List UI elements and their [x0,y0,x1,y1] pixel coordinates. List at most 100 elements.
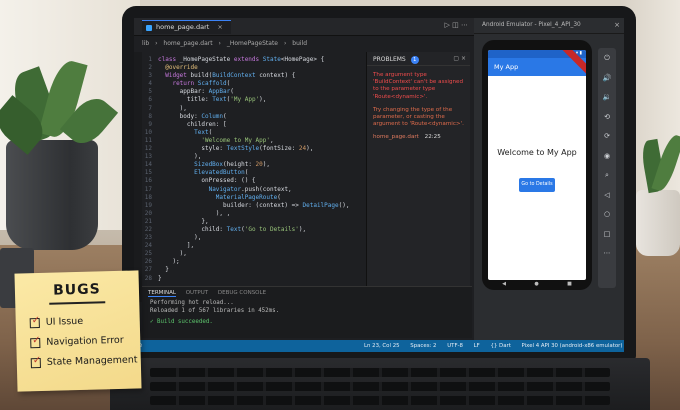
checkbox-checked-icon: ✓ [30,354,41,368]
status-encoding[interactable]: UTF-8 [447,343,463,349]
status-line-ending[interactable]: LF [474,343,480,349]
line-number: 24 [144,242,152,250]
code-line[interactable]: 13 ), [142,153,372,161]
rotate-right-icon[interactable]: ⟳ [604,132,610,141]
split-editor-icon[interactable]: ◫ [452,21,459,29]
code-line[interactable]: 3 Widget build(BuildContext context) { [142,72,372,80]
code-line[interactable]: 20 ), , [142,210,372,218]
maximize-icon[interactable]: ▢ [453,55,459,62]
code-line[interactable]: 17 Navigator.push(context, [142,186,372,194]
home-icon[interactable]: ● [534,281,538,287]
more-actions-icon[interactable]: ⋯ [461,21,468,29]
code-line[interactable]: 16 onPressed: () { [142,177,372,185]
bug-item: ✓ State Management [30,354,138,368]
overview-icon[interactable]: □ [604,230,611,239]
back-icon[interactable]: ◀ [502,281,506,287]
code-text: onPressed: () { [158,177,256,185]
code-line[interactable]: 25 ), [142,250,372,258]
problem-hint: Try changing the type of the parameter, … [373,106,464,128]
checkbox-checked-icon: ✓ [29,314,40,328]
status-items: Ln 23, Col 25 Spaces: 2 UTF-8 LF {} Dart… [364,340,624,352]
more-icon[interactable]: ⋯ [604,249,611,258]
code-line[interactable]: 21 }, [142,218,372,226]
code-line[interactable]: 28} [142,275,372,283]
code-editor[interactable]: 1 class _HomePageState extends State<Home… [142,56,372,296]
code-text: ), [158,153,202,161]
code-line[interactable]: 8 body: Column( [142,113,372,121]
code-text: style: TextStyle(fontSize: 24), [158,145,314,153]
tab-output[interactable]: OUTPUT [186,290,208,296]
close-tab-icon[interactable]: × [217,23,222,31]
code-line[interactable]: 9 children: [ [142,121,372,129]
terminal-line: Performing hot reload... [150,300,234,306]
zoom-icon[interactable]: ⌕ [605,171,609,180]
chevron-right-icon: › [218,40,221,47]
code-text: 'Welcome to My App', [201,136,274,144]
code-text: Navigator.push(context, [208,185,292,193]
code-line[interactable]: 6 title: Text('My App'), [142,96,372,104]
code-line[interactable]: 22 child: Text('Go to Details'), [142,226,372,234]
line-number: 4 [148,80,152,88]
line-number: 21 [144,217,152,225]
back-icon[interactable]: ◁ [604,191,609,200]
problem-location[interactable]: home_page.dart 22:25 [367,128,470,140]
code-line[interactable]: 2 @override [142,64,372,72]
bug-item-label: UI Issue [45,315,84,328]
code-line[interactable]: 12 style: TextStyle(fontSize: 24), [142,145,372,153]
status-device[interactable]: Pixel 4 API 30 (android-x86 emulator) [522,343,623,349]
terminal-line: Reloaded 1 of 567 libraries in 452ms. [150,308,280,314]
breadcrumb-item[interactable]: home_page.dart [163,40,212,47]
close-icon[interactable]: × [614,21,620,29]
code-line[interactable]: 10 Text( [142,129,372,137]
line-number: 9 [148,120,152,128]
code-line[interactable]: 23 ), [142,234,372,242]
code-text: class _HomePageState extends State<HomeP… [158,56,325,63]
code-line[interactable]: 4 return Scaffold( [142,80,372,88]
code-line[interactable]: 19 builder: (context) => DetailPage(), [142,202,372,210]
breadcrumb-item[interactable]: _HomePageState [227,40,278,47]
line-number: 1 [148,56,152,63]
volume-down-icon[interactable]: 🔉 [603,93,612,102]
code-line[interactable]: 27 } [142,266,372,274]
tab-debug-console[interactable]: DEBUG CONSOLE [218,290,266,296]
tab-terminal[interactable]: TERMINAL [148,290,176,297]
editor-tabbar: home_page.dart × ▷ ◫ ⋯ [134,18,474,36]
code-line[interactable]: 1 class _HomePageState extends State<Home… [142,56,372,64]
bug-item-label: Navigation Error [46,334,124,348]
go-to-details-button[interactable]: Go to Details [519,178,555,192]
code-text: SizedBox(height: 20), [194,161,271,169]
code-line[interactable]: 11 'Welcome to My App', [142,137,372,145]
plant-pot-right [636,190,680,256]
volume-up-icon[interactable]: 🔊 [603,74,612,83]
code-line[interactable]: 18 MaterialPageRoute( [142,194,372,202]
code-text: ), , [158,209,231,217]
code-line[interactable]: 15 ElevatedButton( [142,169,372,177]
code-text: ), [158,234,202,242]
status-indentation[interactable]: Spaces: 2 [410,343,436,349]
camera-icon[interactable]: ◉ [604,152,610,161]
code-line[interactable]: 14 SizedBox(height: 20), [142,161,372,169]
tab-home-page[interactable]: home_page.dart × [142,20,231,34]
code-text: }, [158,217,209,225]
home-icon[interactable]: ○ [604,210,610,219]
dart-file-icon [146,25,152,31]
close-panel-icon[interactable]: × [461,55,466,62]
bug-item-label: State Management [46,354,138,368]
problem-message[interactable]: The argument type 'BuildContext' can't b… [367,66,470,101]
overview-icon[interactable]: ■ [567,281,572,287]
problems-title[interactable]: PROBLEMS [373,56,406,63]
code-line[interactable]: 24 ], [142,242,372,250]
breadcrumb-item[interactable]: build [292,40,307,47]
rotate-left-icon[interactable]: ⟲ [604,113,610,122]
code-text: @override [165,64,198,72]
app-title: My App [494,63,519,71]
power-icon[interactable]: ⏻ [604,54,610,63]
run-icon[interactable]: ▷ [445,21,450,29]
breadcrumb-item[interactable]: lib [142,40,149,47]
code-line[interactable]: 26 ); [142,258,372,266]
code-line[interactable]: 7 ), [142,105,372,113]
code-line[interactable]: 5 appBar: AppBar( [142,88,372,96]
status-language[interactable]: {} Dart [490,343,510,349]
line-number: 7 [148,104,152,112]
status-cursor-position[interactable]: Ln 23, Col 25 [364,343,400,349]
